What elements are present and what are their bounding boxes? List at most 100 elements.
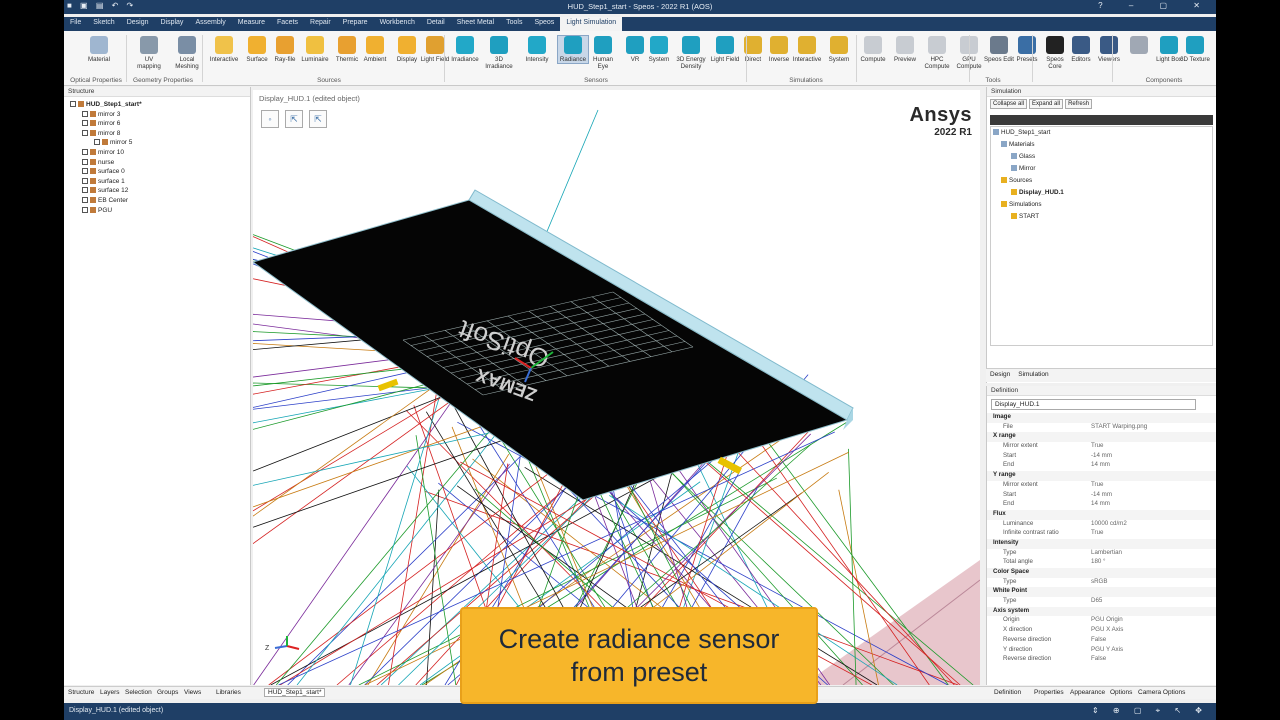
- tab-selection[interactable]: Selection: [125, 689, 152, 696]
- sim-tab-0[interactable]: Design: [990, 371, 1010, 378]
- ribbon-button-4[interactable]: Surface: [242, 36, 272, 63]
- sim-tree-item[interactable]: Glass: [991, 151, 1212, 163]
- property-row[interactable]: Start -14 mm: [987, 491, 1216, 501]
- arrow-pick-2-tool-icon[interactable]: ⇱: [309, 110, 327, 128]
- ribbon-button-10[interactable]: Light Field: [420, 36, 450, 63]
- property-row[interactable]: Type sRGB: [987, 578, 1216, 588]
- ribbon-button-31[interactable]: Editors: [1066, 36, 1096, 63]
- structure-item[interactable]: nurse: [70, 158, 250, 169]
- ribbon-button-3[interactable]: Interactive: [209, 36, 239, 63]
- menu-tab-1[interactable]: Sketch: [87, 17, 120, 31]
- tab-libraries[interactable]: Libraries: [216, 689, 241, 696]
- checkbox[interactable]: [82, 177, 88, 184]
- structure-item[interactable]: mirror 3: [70, 110, 250, 121]
- sim-tree-item[interactable]: START: [991, 211, 1212, 223]
- checkbox[interactable]: [70, 101, 76, 107]
- structure-item[interactable]: surface 0: [70, 168, 250, 178]
- tab-views[interactable]: Views: [184, 689, 201, 696]
- menu-tab-4[interactable]: Assembly: [189, 17, 231, 31]
- sim-tree-item[interactable]: Sources: [991, 175, 1212, 187]
- ribbon-button-8[interactable]: Ambient: [360, 36, 390, 63]
- ribbon-button-25[interactable]: Preview: [890, 36, 920, 63]
- property-row[interactable]: Intensity: [987, 538, 1216, 549]
- ribbon-button-13[interactable]: Intensity: [522, 36, 552, 63]
- structure-item[interactable]: PGU: [70, 206, 250, 217]
- property-row[interactable]: End 14 mm: [987, 500, 1216, 510]
- menu-tab-7[interactable]: Repair: [304, 17, 337, 31]
- tab-properties[interactable]: Properties: [1034, 689, 1064, 696]
- sim-button-0[interactable]: Collapse all: [990, 99, 1028, 109]
- structure-item[interactable]: surface 12: [70, 187, 250, 197]
- tab-structure[interactable]: Structure: [68, 689, 94, 696]
- menu-tab-2[interactable]: Design: [121, 17, 155, 31]
- property-row[interactable]: File START Warping.png: [987, 423, 1216, 433]
- structure-item[interactable]: EB Center: [70, 196, 250, 207]
- menu-tab-3[interactable]: Display: [154, 17, 189, 31]
- ribbon-button-5[interactable]: Ray-file: [270, 36, 300, 63]
- property-row[interactable]: Origin PGU Origin: [987, 616, 1216, 626]
- menu-tab-10[interactable]: Detail: [421, 17, 451, 31]
- ribbon-button-28[interactable]: Speos Edit: [984, 36, 1014, 63]
- document-tab[interactable]: HUD_Step1_start*: [264, 688, 326, 697]
- ribbon-button-7[interactable]: Thermic: [332, 36, 362, 63]
- ribbon-button-6[interactable]: Luminaire: [300, 36, 330, 63]
- ribbon-button-1[interactable]: UV mapping: [134, 36, 164, 70]
- ribbon-button-22[interactable]: Interactive: [792, 36, 822, 63]
- checkbox[interactable]: [82, 158, 88, 165]
- structure-item[interactable]: mirror 6: [70, 120, 250, 130]
- scene-canvas[interactable]: OptiSoft ZEMAX Z: [253, 90, 980, 685]
- property-row[interactable]: Y range: [987, 471, 1216, 481]
- ribbon-button-35[interactable]: 3D Texture: [1180, 36, 1210, 63]
- structure-item[interactable]: HUD_Step1_start*: [70, 101, 250, 111]
- checkbox[interactable]: [82, 196, 88, 203]
- menu-tab-0[interactable]: File: [64, 17, 87, 31]
- menu-tab-9[interactable]: Workbench: [374, 17, 421, 31]
- tab-appearance[interactable]: Appearance: [1070, 689, 1105, 696]
- status-tools[interactable]: ⇕ ⊕ ▢ ⌖ ↖ ✥: [1092, 706, 1208, 716]
- property-row[interactable]: Color Space: [987, 568, 1216, 578]
- checkbox[interactable]: [82, 120, 88, 127]
- sim-tab-1[interactable]: Simulation: [1018, 371, 1048, 378]
- property-row[interactable]: Type Lambertian: [987, 549, 1216, 559]
- property-row[interactable]: Type D65: [987, 597, 1216, 607]
- tab-options[interactable]: Options: [1110, 689, 1132, 696]
- menu-tab-5[interactable]: Measure: [232, 17, 271, 31]
- ribbon-button-9[interactable]: Display: [392, 36, 422, 63]
- property-row[interactable]: X direction PGU X Axis: [987, 626, 1216, 636]
- sim-tree-item[interactable]: Mirror: [991, 163, 1212, 175]
- tab-camera-options[interactable]: Camera Options: [1138, 689, 1185, 696]
- property-row[interactable]: Start -14 mm: [987, 452, 1216, 462]
- structure-item[interactable]: surface 1: [70, 177, 250, 188]
- property-row[interactable]: Flux: [987, 509, 1216, 520]
- property-row[interactable]: Mirror extent True: [987, 442, 1216, 452]
- arrow-pick-tool-icon[interactable]: ⇱: [285, 110, 303, 128]
- property-row[interactable]: White Point: [987, 587, 1216, 598]
- ribbon-button-33[interactable]: [1124, 36, 1154, 56]
- property-row[interactable]: Luminance 10000 cd/m2: [987, 520, 1216, 530]
- definition-name-field[interactable]: Display_HUD.1: [991, 399, 1196, 410]
- property-row[interactable]: Mirror extent True: [987, 481, 1216, 491]
- checkbox[interactable]: [82, 187, 88, 194]
- window-controls[interactable]: ? – ▢ ✕: [1098, 1, 1212, 10]
- property-row[interactable]: Y direction PGU Y Axis: [987, 646, 1216, 656]
- sim-tree-item[interactable]: Simulations: [991, 199, 1212, 211]
- ribbon-button-19[interactable]: Light Field: [710, 36, 740, 63]
- sim-button-2[interactable]: Refresh: [1065, 99, 1093, 109]
- structure-item[interactable]: mirror 8: [70, 129, 250, 140]
- checkbox[interactable]: [82, 110, 88, 117]
- property-row[interactable]: Reverse direction False: [987, 655, 1216, 665]
- sim-tree-item[interactable]: Materials: [991, 139, 1212, 151]
- property-row[interactable]: X range: [987, 432, 1216, 443]
- checkbox[interactable]: [94, 139, 100, 146]
- menu-tab-6[interactable]: Facets: [271, 17, 304, 31]
- ellipse-select-tool-icon[interactable]: ◦: [261, 110, 279, 128]
- sim-tree-item[interactable]: HUD_Step1_start: [991, 127, 1212, 139]
- ribbon-button-29[interactable]: Presets: [1012, 36, 1042, 63]
- property-row[interactable]: Reverse direction False: [987, 636, 1216, 646]
- checkbox[interactable]: [82, 206, 88, 213]
- ribbon-button-11[interactable]: Irradiance: [450, 36, 480, 63]
- tab-definition[interactable]: Definition: [994, 689, 1021, 696]
- property-row[interactable]: Axis system: [987, 606, 1216, 617]
- property-row[interactable]: End 14 mm: [987, 461, 1216, 471]
- menu-tab-12[interactable]: Tools: [500, 17, 528, 31]
